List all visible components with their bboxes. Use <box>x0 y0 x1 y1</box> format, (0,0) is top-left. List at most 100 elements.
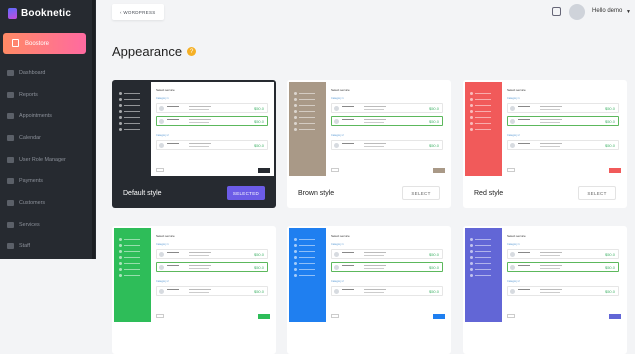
service-desc-line <box>189 122 209 124</box>
service-price: $50.0 <box>253 106 264 111</box>
avatar[interactable] <box>569 4 585 20</box>
menu-dot <box>119 110 122 113</box>
menu-line <box>299 122 315 125</box>
service-desc-line <box>364 106 386 108</box>
menu-line <box>124 238 140 241</box>
sidebar-item-user-role-manager[interactable]: User Role Manager <box>0 149 92 171</box>
menu-line <box>475 116 491 119</box>
preview-title: Select service <box>331 234 350 238</box>
sidebar-scrollbar[interactable] <box>92 0 95 259</box>
service-name-line <box>342 119 354 121</box>
menu-line <box>124 122 140 125</box>
menu-dot <box>294 128 297 131</box>
preview-back-button <box>156 314 164 318</box>
service-desc-line <box>189 146 209 148</box>
menu-dot <box>470 104 473 107</box>
sidebar-item-staff[interactable]: Staff <box>0 236 92 258</box>
sidebar-item-label: Calendar <box>19 134 41 141</box>
menu-line <box>475 110 491 113</box>
menu-line <box>299 250 315 253</box>
menu-dot <box>119 128 122 131</box>
service-desc-line <box>364 143 386 145</box>
preview-next-button <box>609 168 621 173</box>
selected-button[interactable]: SELECTED <box>227 186 265 200</box>
menu-dot <box>119 274 122 277</box>
style-name: Brown style <box>298 190 335 197</box>
wordpress-label: WORDPRESS <box>123 9 156 15</box>
style-card[interactable]: Select service Category 1 $50.0 $50.0 Cat… <box>287 80 451 208</box>
preview-title: Select service <box>507 88 526 92</box>
top-bar: ‹ WORDPRESS Hello demo ▼ <box>96 0 635 26</box>
style-card[interactable]: Select service Category 1 $50.0 $50.0 Cat… <box>112 80 276 208</box>
preview-category: Category 1 <box>507 243 520 246</box>
menu-line <box>124 268 140 271</box>
sidebar-item-appointments[interactable]: Appointments <box>0 105 92 127</box>
menu-line <box>124 116 140 119</box>
select-button[interactable]: SELECT <box>578 186 616 200</box>
service-row: $50.0 <box>156 262 268 272</box>
menu-line <box>124 110 140 113</box>
style-card[interactable]: Select service Category 1 $50.0 $50.0 Cat… <box>463 226 627 354</box>
user-greeting[interactable]: Hello demo <box>592 8 622 14</box>
service-price: $50.0 <box>604 265 615 270</box>
preview-next-button <box>433 168 445 173</box>
service-desc-line <box>189 268 209 270</box>
service-avatar <box>510 106 515 111</box>
preview-category: Category 1 <box>507 97 520 100</box>
service-row: $50.0 <box>331 249 443 259</box>
sidebar-item-label: Dashboard <box>19 69 46 76</box>
boostore-button[interactable]: Boostore <box>3 33 86 54</box>
service-desc-line <box>540 106 562 108</box>
menu-line <box>475 250 491 253</box>
service-desc-line <box>364 119 386 121</box>
service-desc-line <box>364 252 386 254</box>
service-row: $50.0 <box>156 103 268 113</box>
preview-footer <box>507 314 623 320</box>
service-avatar <box>159 289 164 294</box>
style-name: Red style <box>474 190 504 197</box>
menu-dot <box>294 268 297 271</box>
menu-dot <box>294 104 297 107</box>
menu-dot <box>470 274 473 277</box>
boostore-label: Boostore <box>25 40 50 47</box>
service-price: $50.0 <box>428 289 439 294</box>
service-desc-line <box>364 268 384 270</box>
service-name-line <box>518 106 530 108</box>
service-row: $50.0 <box>331 262 443 272</box>
preview-category: Category 1 <box>156 243 169 246</box>
sidebar-item-label: Appointments <box>19 113 52 120</box>
menu-dot <box>294 250 297 253</box>
service-name-line <box>342 289 354 291</box>
preview-footer <box>156 314 272 320</box>
help-icon[interactable]: ? <box>187 47 197 56</box>
calendar-icon <box>7 134 14 141</box>
preview-back-button <box>507 168 515 172</box>
service-row: $50.0 <box>156 286 268 296</box>
service-name-line <box>342 106 354 108</box>
sidebar-item-services[interactable]: Services <box>0 214 92 236</box>
preview-footer <box>156 168 272 174</box>
style-card[interactable]: Select service Category 1 $50.0 $50.0 Cat… <box>112 226 276 354</box>
sidebar-item-payments[interactable]: Payments <box>0 170 92 192</box>
brand[interactable]: Booknetic <box>8 6 71 20</box>
sidebar-item-label: Services <box>19 221 40 228</box>
notifications-icon[interactable] <box>552 7 561 16</box>
menu-dot <box>119 98 122 101</box>
chevron-down-icon[interactable]: ▼ <box>626 9 631 15</box>
service-row: $50.0 <box>507 286 619 296</box>
sidebar-item-reports[interactable]: Reports <box>0 84 92 106</box>
style-card[interactable]: Select service Category 1 $50.0 $50.0 Cat… <box>463 80 627 208</box>
sidebar-item-calendar[interactable]: Calendar <box>0 127 92 149</box>
style-preview: Select service Category 1 $50.0 $50.0 Cat… <box>114 228 274 322</box>
menu-dot <box>294 262 297 265</box>
sidebar-item-dashboard[interactable]: Dashboard <box>0 62 92 84</box>
select-button[interactable]: SELECT <box>402 186 440 200</box>
service-name-line <box>518 252 530 254</box>
preview-back-button <box>331 168 339 172</box>
menu-dot <box>470 92 473 95</box>
sidebar-item-customers[interactable]: Customers <box>0 192 92 214</box>
style-card[interactable]: Select service Category 1 $50.0 $50.0 Cat… <box>287 226 451 354</box>
service-avatar <box>334 143 339 148</box>
service-name-line <box>167 119 179 121</box>
back-to-wordpress-button[interactable]: ‹ WORDPRESS <box>112 4 164 20</box>
